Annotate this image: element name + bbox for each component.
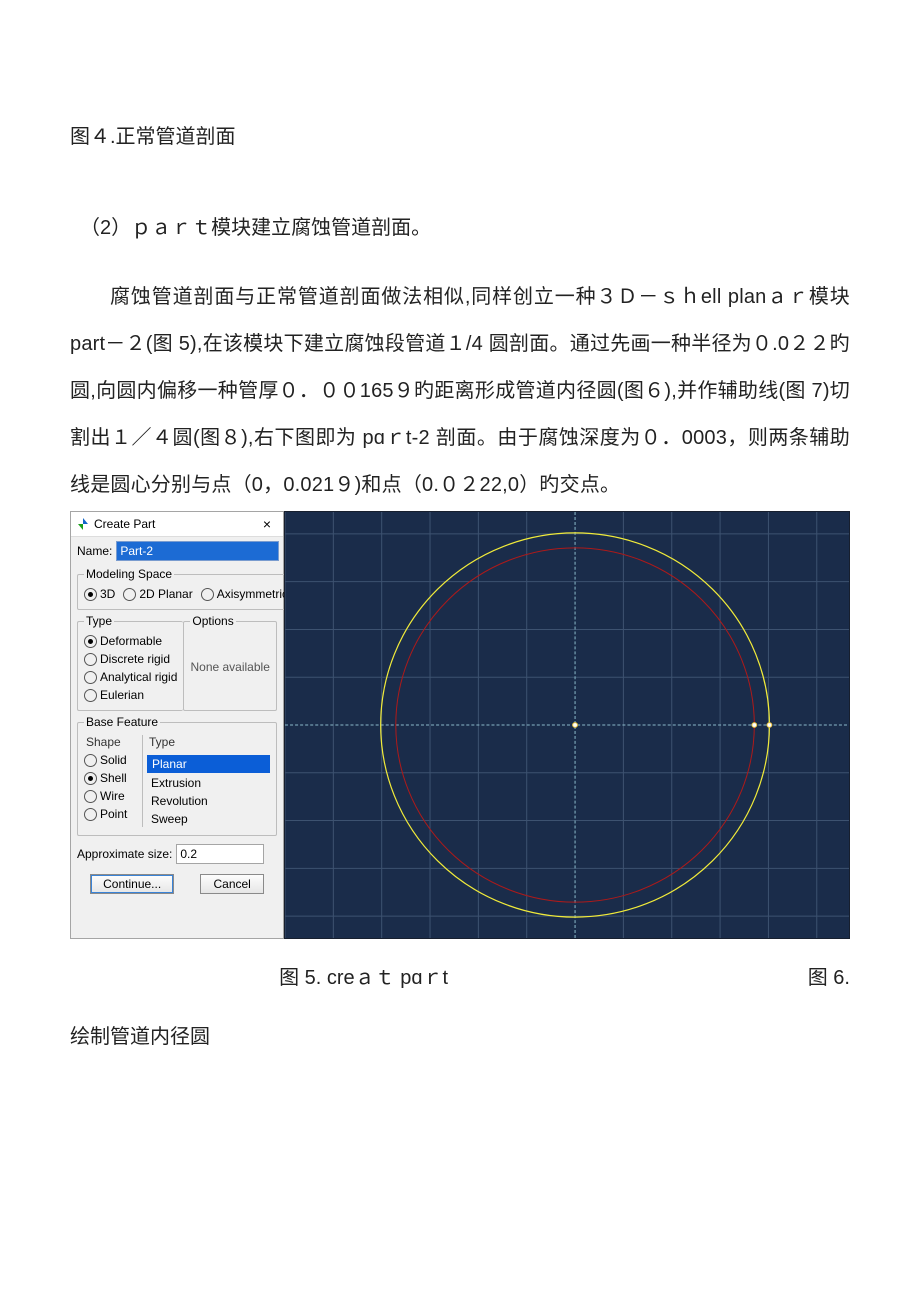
radio-analytical-rigid[interactable]: Analytical rigid [84, 670, 177, 684]
radio-shape-shell[interactable]: Shell [84, 771, 138, 785]
figure-captions: 图 5. creａｔ pɑｒt 图 6. [70, 961, 850, 990]
name-label: Name: [77, 544, 112, 558]
radio-shape-solid[interactable]: Solid [84, 753, 138, 767]
options-none: None available [190, 634, 270, 674]
options-group: Options None available [183, 614, 277, 711]
base-feature-legend: Base Feature [84, 715, 160, 729]
figure5-caption: 图 5. creａｔ pɑｒt [158, 961, 448, 990]
radio-discrete-rigid[interactable]: Discrete rigid [84, 652, 177, 666]
bf-type-sweep[interactable]: Sweep [147, 811, 270, 827]
bf-shape-header: Shape [86, 735, 138, 749]
dialog-titlebar: Create Part × [71, 512, 283, 537]
modeling-space-group: Modeling Space 3D 2D Planar Axisymmetric [77, 567, 295, 610]
modeling-space-legend: Modeling Space [84, 567, 174, 581]
dialog-icon [75, 517, 91, 531]
bf-type-planar[interactable]: Planar [147, 755, 270, 773]
radio-2d-planar[interactable]: 2D Planar [123, 587, 192, 601]
radio-3d[interactable]: 3D [84, 587, 115, 601]
options-legend: Options [190, 614, 235, 628]
cancel-button[interactable]: Cancel [200, 874, 263, 894]
body-paragraph: 腐蚀管道剖面与正常管道剖面做法相似,同样创立一种３Ｄ－ｓｈell planａｒ模… [70, 274, 850, 509]
approx-size-input[interactable] [176, 844, 264, 864]
inner-right-point [752, 723, 757, 728]
outer-right-point [767, 723, 772, 728]
create-part-dialog: Create Part × Name: Modeling Space 3D 2D… [70, 511, 284, 939]
dialog-title: Create Part [94, 517, 253, 531]
center-point [573, 723, 578, 728]
part-name-input[interactable] [116, 541, 279, 561]
figure-row: Create Part × Name: Modeling Space 3D 2D… [70, 511, 850, 939]
figure6-caption: 图 6. [770, 961, 850, 990]
bf-type-extrusion[interactable]: Extrusion [147, 775, 270, 791]
sketch-viewport[interactable] [284, 511, 850, 939]
bf-type-header: Type [149, 735, 270, 749]
section-heading: （2）ｐａｒｔ模块建立腐蚀管道剖面。 [70, 211, 850, 240]
approx-size-label: Approximate size: [77, 847, 172, 861]
figure6-caption-line2: 绘制管道内径圆 [70, 1020, 850, 1049]
radio-axisymmetric[interactable]: Axisymmetric [201, 587, 288, 601]
radio-deformable[interactable]: Deformable [84, 634, 177, 648]
figure4-caption: 图４.正常管道剖面 [70, 120, 850, 149]
base-feature-group: Base Feature Shape Solid Shell Wire Poin… [77, 715, 277, 836]
type-group: Type Deformable Discrete rigid Analytica… [77, 614, 183, 711]
radio-shape-wire[interactable]: Wire [84, 789, 138, 803]
radio-eulerian[interactable]: Eulerian [84, 688, 177, 702]
continue-button[interactable]: Continue... [90, 874, 174, 894]
sketch-grid [285, 512, 849, 938]
bf-type-revolution[interactable]: Revolution [147, 793, 270, 809]
close-icon[interactable]: × [253, 515, 281, 533]
type-legend: Type [84, 614, 114, 628]
radio-shape-point[interactable]: Point [84, 807, 138, 821]
